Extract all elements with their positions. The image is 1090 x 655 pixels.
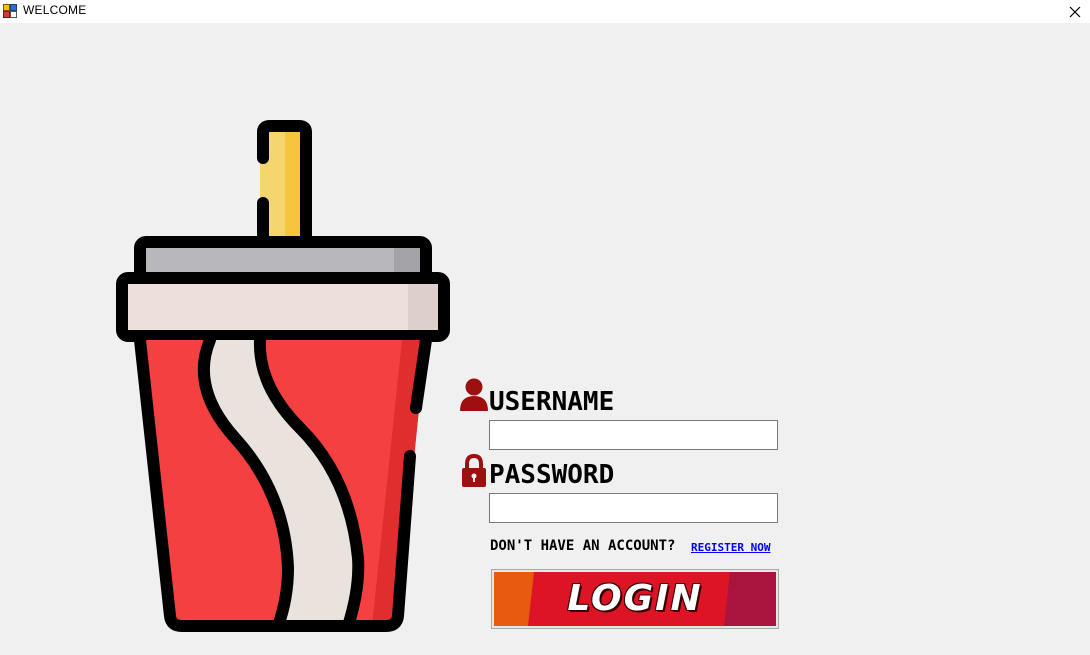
- user-icon: [460, 378, 488, 411]
- register-link[interactable]: REGISTER NOW: [691, 541, 770, 554]
- login-window: WELCOME USERNAME PASSWORD DON'T HAVE AN …: [0, 0, 1090, 655]
- login-button-graphic: LOGIN: [494, 572, 776, 626]
- title-bar: WELCOME: [0, 0, 1090, 23]
- app-window-icon: [3, 4, 17, 18]
- account-prompt: DON'T HAVE AN ACCOUNT?: [490, 538, 676, 554]
- login-button[interactable]: LOGIN: [491, 569, 779, 629]
- password-input[interactable]: [489, 493, 778, 523]
- close-button[interactable]: [1060, 0, 1090, 23]
- password-label: PASSWORD: [489, 460, 615, 490]
- window-title: WELCOME: [23, 3, 87, 17]
- lock-icon: [462, 454, 486, 487]
- close-icon: [1069, 6, 1081, 17]
- login-button-label: LOGIN: [567, 578, 703, 619]
- username-label: USERNAME: [489, 387, 615, 417]
- soda-cup-icon: [116, 120, 450, 632]
- username-input[interactable]: [489, 420, 778, 450]
